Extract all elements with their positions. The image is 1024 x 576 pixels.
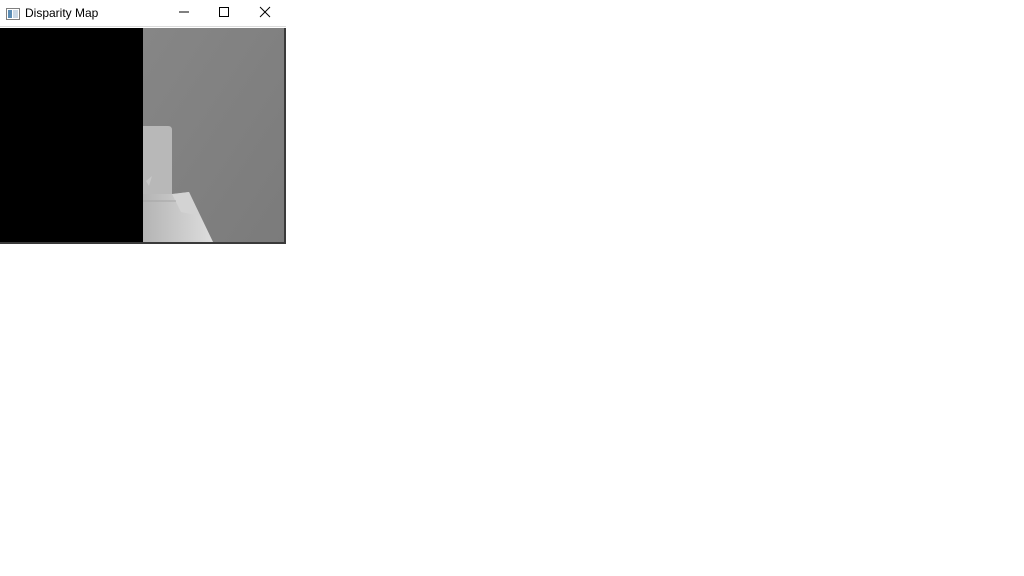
- window-titlebar[interactable]: Disparity Map: [0, 0, 286, 27]
- window-app-icon: [6, 7, 20, 20]
- disparity-image-view[interactable]: [0, 28, 286, 244]
- close-icon: [259, 5, 271, 23]
- minimize-button[interactable]: [164, 0, 204, 27]
- disparity-map-window: Disparity Map: [0, 0, 286, 244]
- window-title: Disparity Map: [25, 6, 99, 20]
- close-button[interactable]: [245, 0, 285, 27]
- window-border-right: [284, 28, 286, 244]
- disparity-image: [0, 28, 286, 244]
- window-border-bottom: [0, 242, 286, 244]
- maximize-icon: [218, 5, 230, 23]
- maximize-button[interactable]: [204, 0, 244, 27]
- minimize-icon: [178, 5, 190, 23]
